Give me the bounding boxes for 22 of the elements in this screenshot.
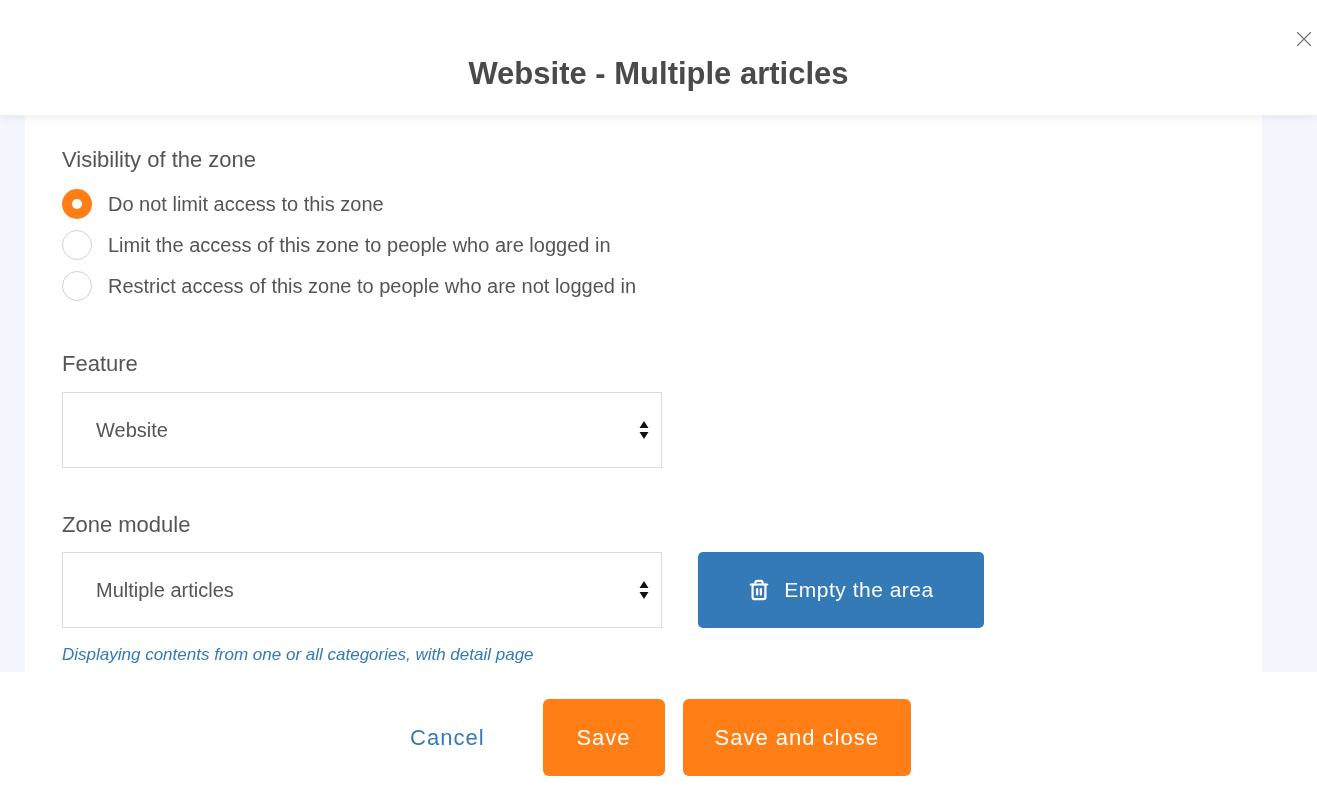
section-label: Feature xyxy=(62,350,139,378)
radio-button[interactable] xyxy=(62,271,92,301)
section-label: Zone module xyxy=(62,511,192,539)
select-value: Website xyxy=(96,418,168,443)
select-field[interactable]: Multiple articles xyxy=(62,552,662,628)
select-value: Multiple articles xyxy=(96,578,234,603)
trash-icon xyxy=(748,579,771,601)
radio-label: Restrict access of this zone to people who are not logged in xyxy=(108,274,637,299)
radio-button[interactable] xyxy=(62,189,92,219)
radio-label: Limit the access of this zone to people who are logged in xyxy=(108,233,611,258)
select-field[interactable]: Website xyxy=(62,392,662,468)
sort-arrows-icon xyxy=(639,420,649,440)
dialog-title: Website - Multiple articles xyxy=(468,55,849,94)
radio-button[interactable] xyxy=(62,230,92,260)
save-button[interactable]: Save and close xyxy=(682,698,911,776)
empty-area-button[interactable]: Empty the area xyxy=(698,552,984,628)
radio-label: Do not limit access to this zone xyxy=(108,192,384,217)
section-label: Visibility of the zone xyxy=(62,146,258,174)
cancel-link[interactable]: Cancel xyxy=(406,720,489,754)
sort-arrows-icon xyxy=(639,580,649,600)
hint-text: Displaying contents from one or all categories, with detail page xyxy=(62,644,535,666)
save-button[interactable]: Save xyxy=(542,698,665,776)
